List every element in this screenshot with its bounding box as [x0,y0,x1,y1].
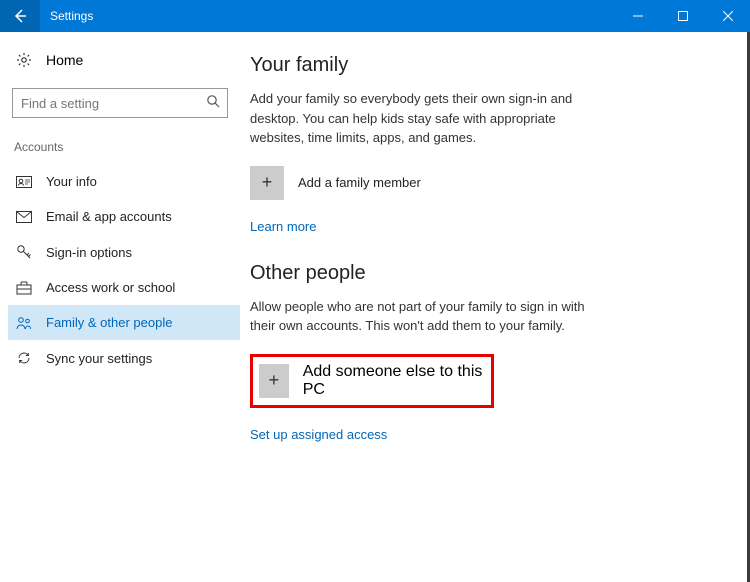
minimize-icon [633,11,643,21]
window-title: Settings [40,9,93,23]
search-icon [206,94,220,111]
home-nav[interactable]: Home [8,46,240,74]
mail-icon [16,211,32,223]
sidebar-item-signin[interactable]: Sign-in options [8,234,240,270]
arrow-left-icon [12,8,28,24]
sidebar-item-label: Your info [46,174,97,189]
sidebar-item-your-info[interactable]: Your info [8,164,240,199]
sidebar-item-label: Sync your settings [46,351,152,366]
briefcase-icon [16,281,32,295]
learn-more-link[interactable]: Learn more [250,219,316,234]
sidebar-item-family[interactable]: Family & other people [8,305,240,340]
minimize-button[interactable] [615,0,660,32]
plus-icon: + [250,166,284,200]
gear-icon [16,52,32,68]
sidebar: Home Accounts Your info Email & app acco… [0,32,240,582]
maximize-icon [678,11,688,21]
plus-icon: + [259,364,289,398]
sidebar-item-work[interactable]: Access work or school [8,270,240,305]
family-description: Add your family so everybody gets their … [250,89,590,148]
add-someone-button[interactable]: + Add someone else to this PC [250,354,494,408]
titlebar: Settings [0,0,750,32]
family-heading: Your family [250,54,720,77]
people-icon [16,316,32,330]
sidebar-item-label: Family & other people [46,315,172,330]
add-family-label: Add a family member [298,175,421,190]
sync-icon [16,350,32,366]
other-people-description: Allow people who are not part of your fa… [250,297,590,336]
window-controls [615,0,750,32]
assigned-access-link[interactable]: Set up assigned access [250,427,387,442]
sidebar-item-sync[interactable]: Sync your settings [8,340,240,376]
add-family-member-button[interactable]: + Add a family member [250,166,720,200]
close-icon [723,11,733,21]
add-someone-label: Add someone else to this PC [303,363,483,399]
other-people-heading: Other people [250,262,720,285]
section-label: Accounts [8,134,240,164]
sidebar-item-email[interactable]: Email & app accounts [8,199,240,234]
search-box [12,88,228,118]
person-badge-icon [16,176,32,188]
sidebar-item-label: Access work or school [46,280,175,295]
sidebar-item-label: Sign-in options [46,245,132,260]
close-button[interactable] [705,0,750,32]
maximize-button[interactable] [660,0,705,32]
home-label: Home [46,52,83,68]
back-button[interactable] [0,0,40,32]
main-panel: Your family Add your family so everybody… [240,32,750,582]
sidebar-item-label: Email & app accounts [46,209,172,224]
key-icon [16,244,32,260]
search-input[interactable] [12,88,228,118]
